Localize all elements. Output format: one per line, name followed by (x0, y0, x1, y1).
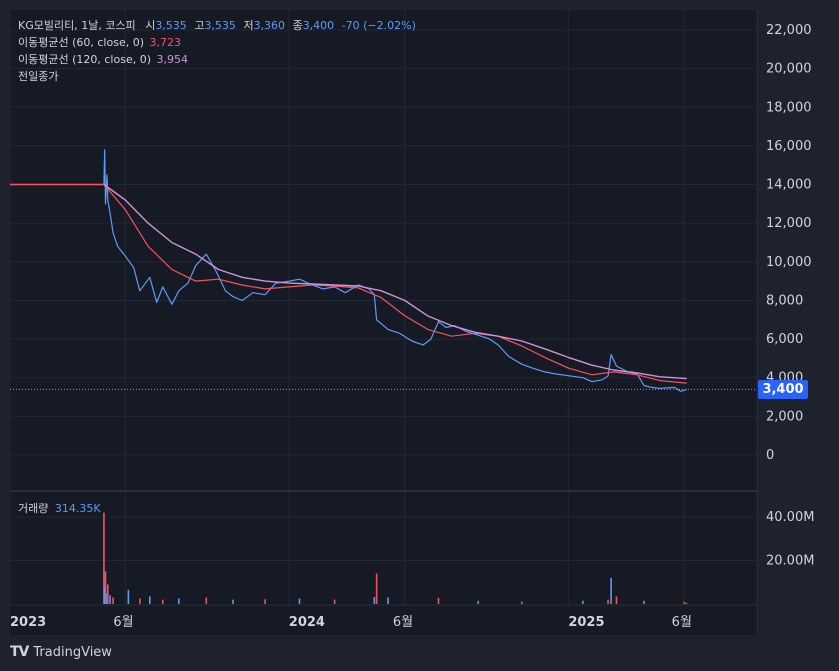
volume-bar (437, 597, 440, 604)
legend-symbol-row: KG모빌리티, 1날, 코스피 시3,535 고3,535 저3,360 종3,… (18, 18, 416, 34)
price-tick-label: 8,000 (766, 293, 803, 308)
volume-bar (333, 599, 336, 604)
high-value: 3,535 (204, 19, 236, 32)
price-tick-label: 20,000 (766, 62, 812, 77)
volume-bar (148, 596, 151, 604)
volume-bar (139, 598, 141, 604)
time-tick-label: 6월 (393, 615, 413, 630)
prev-close-label: 전일종가 (18, 70, 59, 83)
volume-bar (232, 599, 234, 604)
change-value: -70 (−2.02%) (341, 19, 416, 32)
time-tick-label: 2023 (10, 615, 46, 630)
volume-bar (298, 598, 301, 604)
volume-bar (610, 577, 612, 604)
chart-canvas[interactable]: 02,0004,0006,0008,00010,00012,00014,0001… (0, 0, 839, 671)
price-tick-label: 22,000 (766, 23, 812, 38)
volume-bar (375, 573, 378, 604)
volume-bar (178, 598, 180, 604)
legend-ma60-row[interactable]: 이동평균선 (60, close, 0) 3,723 (18, 35, 181, 51)
volume-bar (520, 601, 523, 604)
volume-bar (106, 584, 109, 604)
ma60-value: 3,723 (149, 36, 182, 49)
open-label: 시 (145, 19, 156, 32)
volume-bar (127, 589, 130, 604)
volume-bar (683, 601, 686, 604)
tradingview-name: TradingView (33, 644, 112, 660)
tradingview-logo-icon: TV (10, 644, 29, 660)
price-tick-label: 12,000 (766, 216, 812, 231)
time-tick-label: 2024 (289, 615, 325, 630)
volume-tick-label: 40.00M (766, 510, 814, 525)
volume-label: 거래량 (18, 502, 49, 515)
volume-bar (643, 600, 645, 604)
price-tick-label: 18,000 (766, 100, 812, 115)
legend-prev-close-row[interactable]: 전일종가 (18, 69, 58, 85)
symbol-label[interactable]: KG모빌리티, 1날, 코스피 (18, 19, 136, 32)
volume-bar (264, 599, 266, 604)
price-tick-label: 14,000 (766, 178, 812, 193)
close-label: 종 (292, 19, 303, 32)
volume-bar (104, 571, 107, 604)
volume-bar (387, 597, 389, 604)
legend-ma120-row[interactable]: 이동평균선 (120, close, 0) 3,954 (18, 52, 188, 68)
volume-bar (607, 599, 609, 604)
high-label: 고 (194, 19, 205, 32)
volume-tick-label: 20.00M (766, 554, 814, 569)
time-tick-label: 2025 (568, 615, 604, 630)
time-tick-label: 6월 (113, 615, 133, 630)
current-price-tag: 3,400 (758, 380, 808, 399)
volume-bar (685, 603, 688, 604)
ma120-label: 이동평균선 (120, close, 0) (18, 53, 151, 66)
price-tick-label: 16,000 (766, 139, 812, 154)
volume-bar (109, 595, 111, 604)
volume-bar (373, 597, 376, 604)
volume-bar (112, 597, 114, 604)
volume-bar (161, 599, 164, 604)
time-tick-label: 6월 (672, 615, 692, 630)
price-tick-label: 6,000 (766, 332, 803, 347)
price-tick-label: 0 (766, 448, 774, 463)
price-tick-label: 10,000 (766, 255, 812, 270)
ma120-value: 3,954 (156, 53, 189, 66)
volume-bar (615, 596, 618, 604)
open-value: 3,535 (155, 19, 187, 32)
low-label: 저 (243, 19, 254, 32)
volume-bar (477, 600, 480, 604)
plot-area (10, 10, 757, 635)
low-value: 3,360 (253, 19, 286, 32)
volume-value: 314.35K (54, 502, 101, 515)
volume-bar (582, 600, 584, 604)
close-value: 3,400 (302, 19, 335, 32)
price-tick-label: 2,000 (766, 409, 803, 424)
volume-legend[interactable]: 거래량 314.35K (18, 500, 101, 516)
volume-bar (205, 597, 208, 604)
tradingview-branding[interactable]: TV TradingView (10, 644, 112, 660)
ma60-label: 이동평균선 (60, close, 0) (18, 36, 144, 49)
